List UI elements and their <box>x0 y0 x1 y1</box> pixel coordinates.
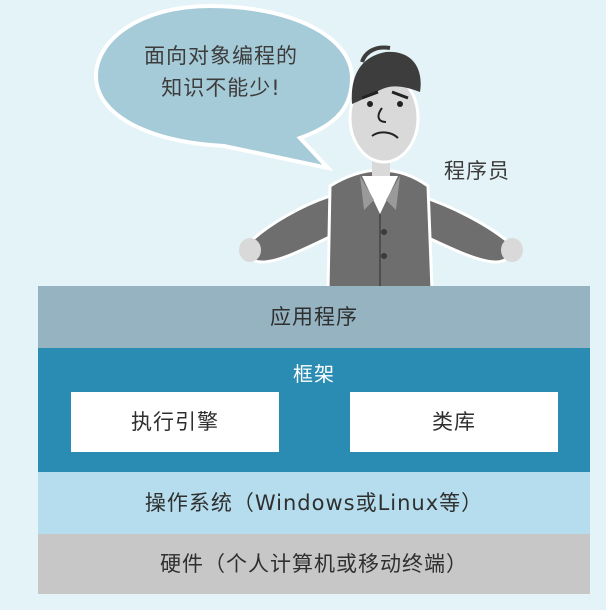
hardware-label: 硬件（个人计算机或移动终端） <box>160 552 468 576</box>
programmer-label: 程序员 <box>444 159 510 183</box>
execution-engine-label: 执行引擎 <box>131 410 219 434</box>
framework-title: 框架 <box>293 362 335 386</box>
os-layer: 操作系统（Windows或Linux等） <box>38 472 590 534</box>
programmer-figure-icon <box>239 45 523 292</box>
application-label: 应用程序 <box>270 305 358 329</box>
execution-engine-box: 执行引擎 <box>71 392 279 452</box>
class-library-label: 类库 <box>432 410 476 434</box>
application-layer: 应用程序 <box>38 286 590 348</box>
architecture-diagram: 面向对象编程的 知识不能少! 程序员 应用程序 框架 执行引擎 类库 操作系统（… <box>0 0 606 610</box>
hardware-layer: 硬件（个人计算机或移动终端） <box>38 534 590 594</box>
os-label: 操作系统（Windows或Linux等） <box>144 491 484 515</box>
framework-layer: 框架 执行引擎 类库 <box>38 348 590 472</box>
class-library-box: 类库 <box>350 392 558 452</box>
